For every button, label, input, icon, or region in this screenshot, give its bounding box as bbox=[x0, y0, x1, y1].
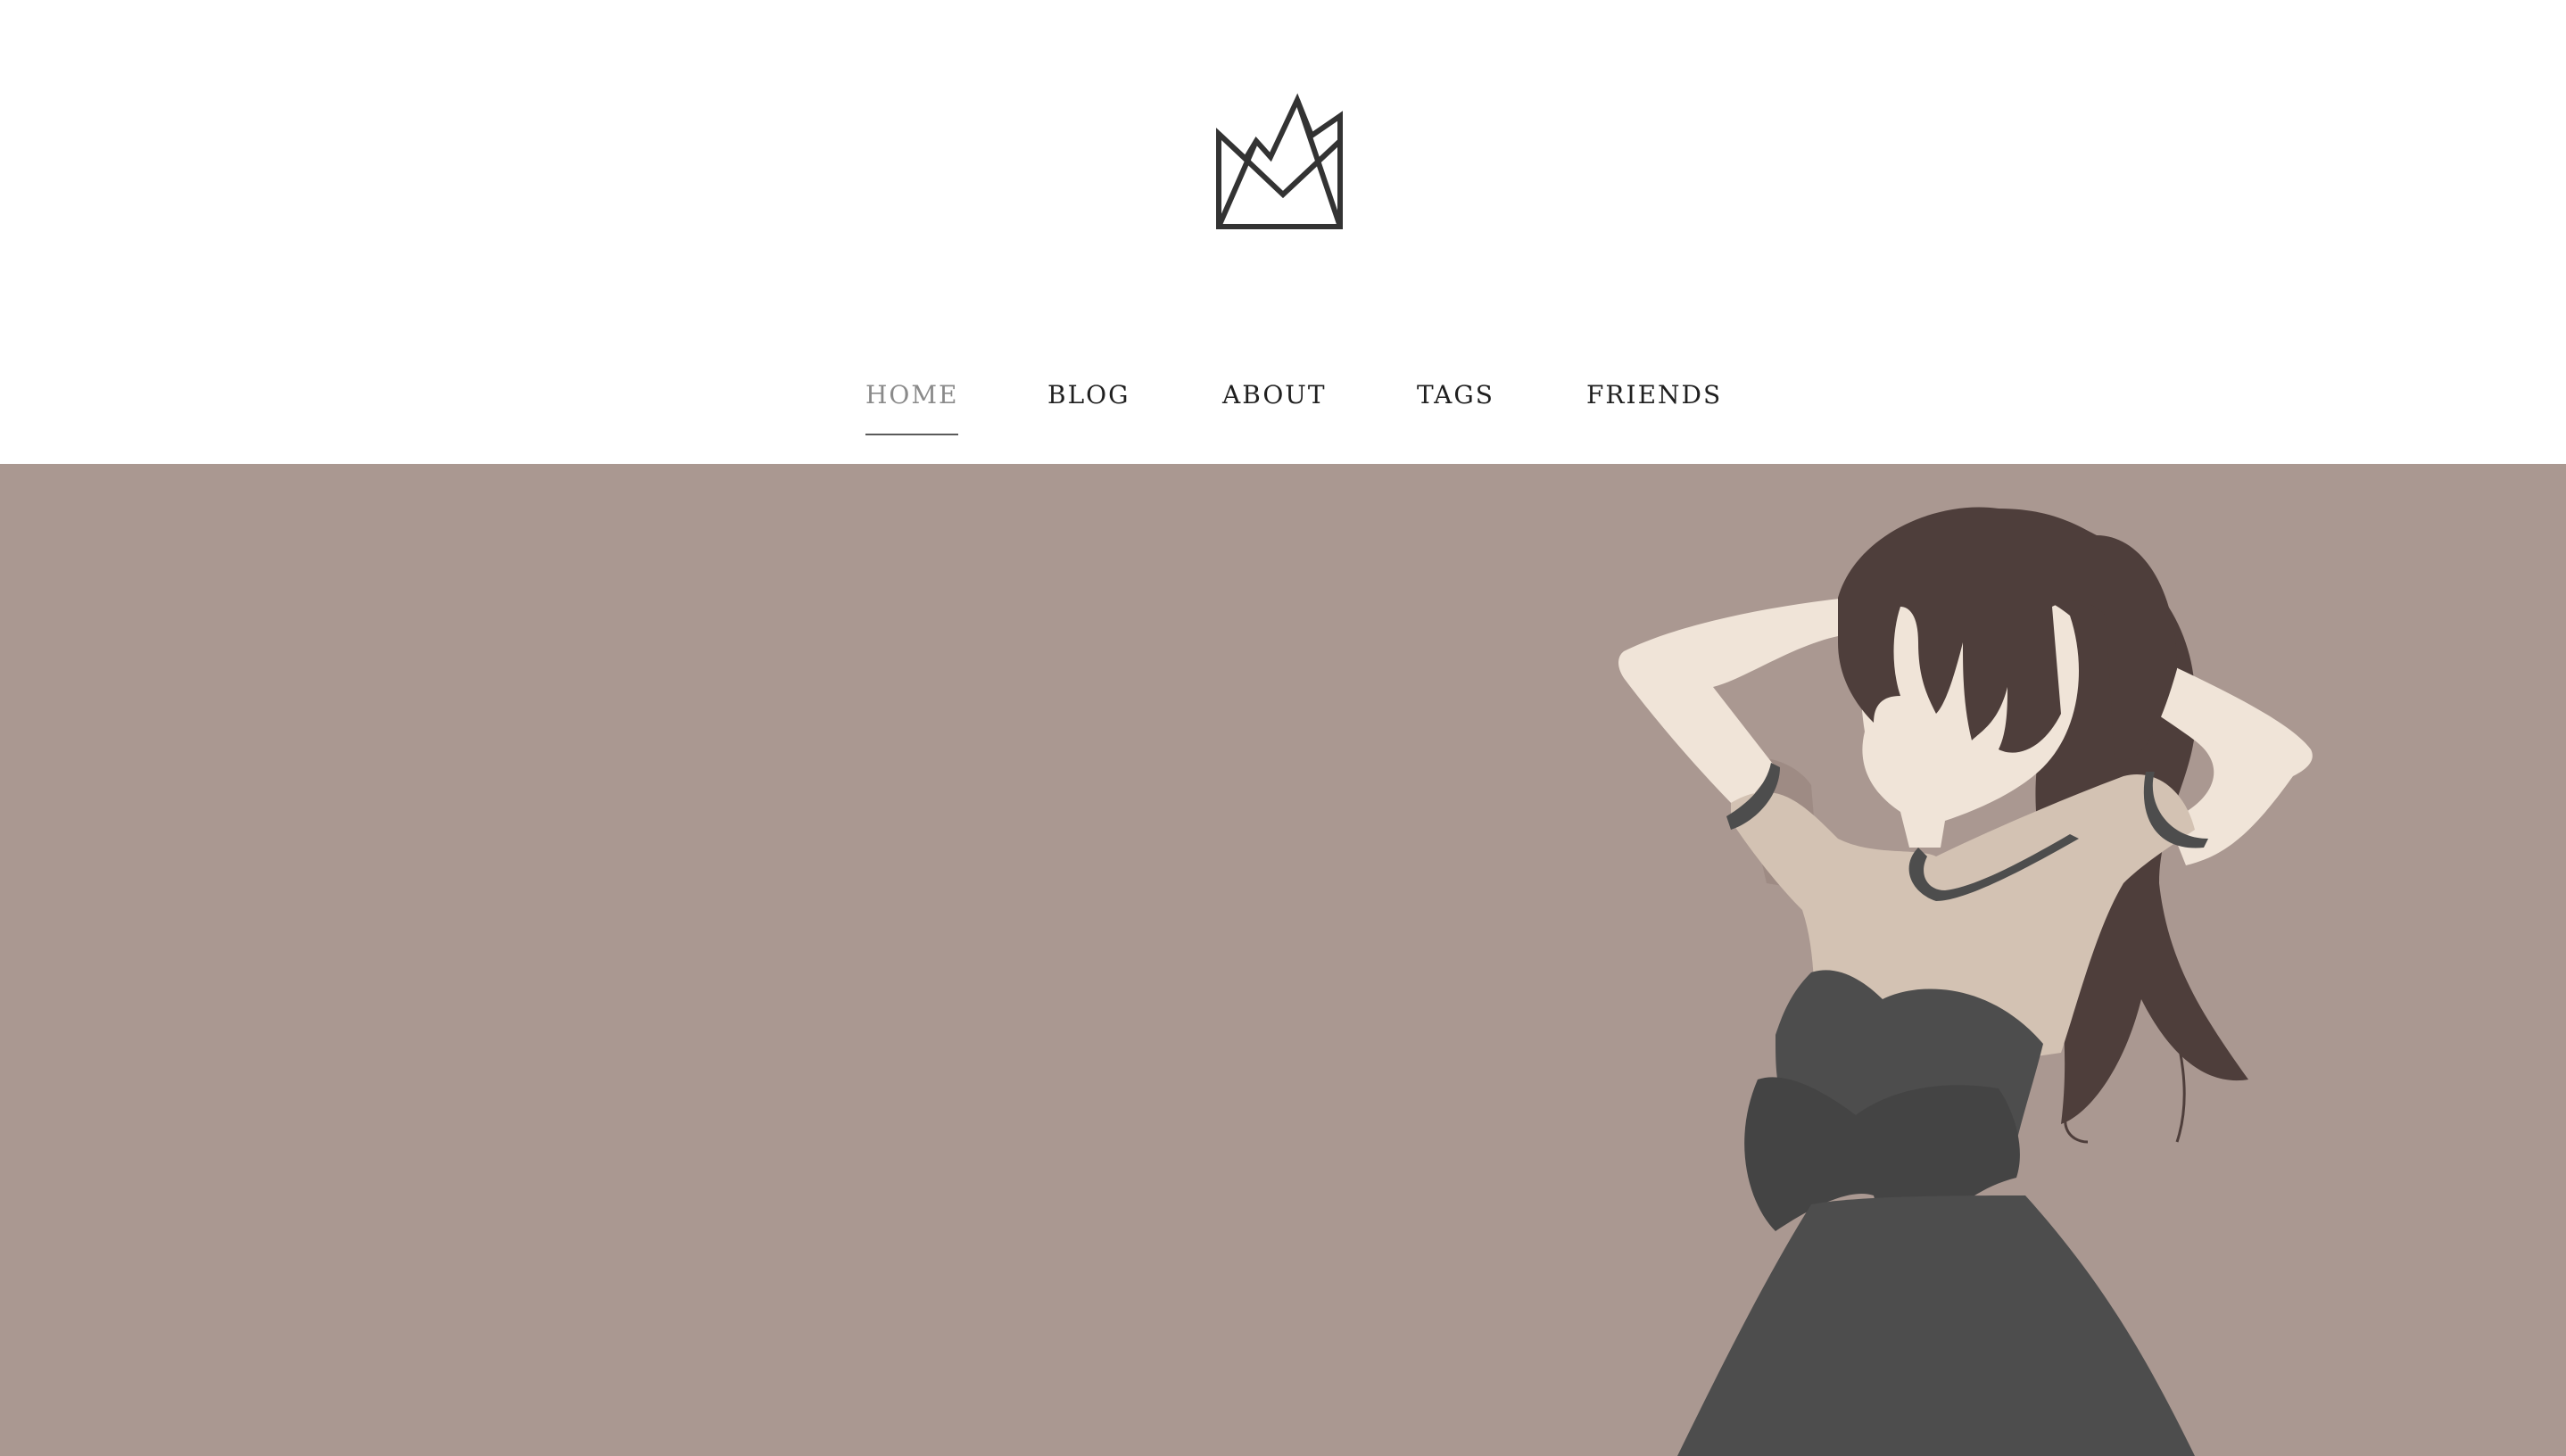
nav-blog[interactable]: BLOG bbox=[1047, 375, 1130, 428]
crown-icon bbox=[1216, 93, 1343, 229]
girl-silhouette-illustration bbox=[0, 464, 2566, 1456]
nav-about[interactable]: ABOUT bbox=[1222, 375, 1327, 428]
nav-tags[interactable]: TAGS bbox=[1417, 375, 1494, 428]
site-header: HOME BLOG ABOUT TAGS FRIENDS bbox=[0, 0, 2566, 464]
main-nav: HOME BLOG ABOUT TAGS FRIENDS bbox=[0, 375, 2566, 435]
site-logo[interactable] bbox=[1212, 93, 1353, 234]
nav-home[interactable]: HOME bbox=[865, 375, 959, 435]
nav-friends[interactable]: FRIENDS bbox=[1586, 375, 1722, 428]
hero-banner bbox=[0, 464, 2566, 1456]
